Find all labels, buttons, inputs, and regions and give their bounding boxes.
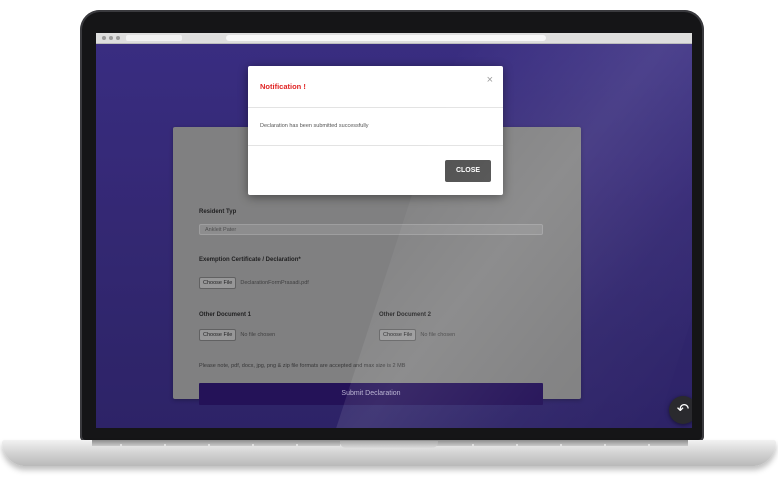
laptop-screen: Resident Typ Ankleit Pater Exemption Cer… bbox=[96, 33, 692, 428]
modal-message: Declaration has been submitted successfu… bbox=[260, 123, 369, 129]
window-maximize-dot[interactable] bbox=[116, 36, 120, 40]
browser-tab[interactable] bbox=[126, 35, 182, 41]
modal-header-divider bbox=[248, 107, 503, 108]
browser-toolbar bbox=[96, 33, 692, 44]
modal-footer-divider bbox=[248, 145, 503, 146]
window-close-dot[interactable] bbox=[102, 36, 106, 40]
window-controls[interactable] bbox=[102, 36, 120, 40]
modal-close-icon[interactable]: × bbox=[487, 75, 493, 86]
laptop-opening-notch bbox=[340, 441, 438, 448]
laptop-mockup: Resident Typ Ankleit Pater Exemption Cer… bbox=[0, 0, 778, 486]
notification-modal: Notification ! × Declaration has been su… bbox=[248, 66, 503, 195]
window-minimize-dot[interactable] bbox=[109, 36, 113, 40]
back-arrow-icon[interactable]: ↶ bbox=[669, 396, 692, 424]
modal-title: Notification ! bbox=[260, 82, 306, 91]
modal-close-button[interactable]: CLOSE bbox=[445, 160, 491, 182]
address-bar[interactable] bbox=[226, 35, 546, 41]
